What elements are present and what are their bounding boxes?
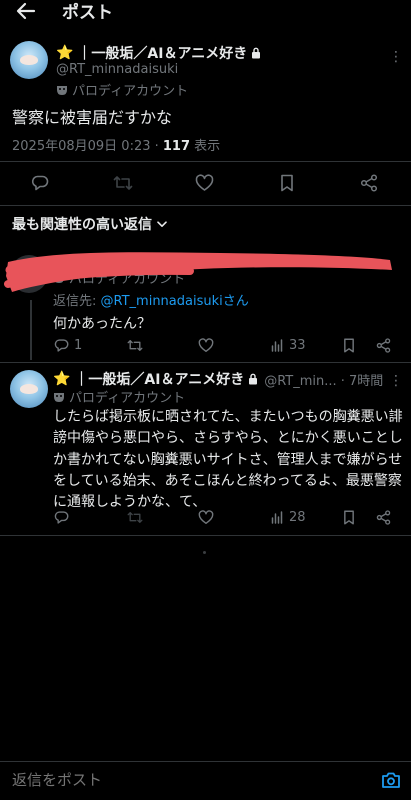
- parody-label: パロディアカウント: [53, 387, 185, 406]
- sort-label: 最も関連性の高い返信: [12, 217, 152, 233]
- views-count: 28: [289, 510, 306, 525]
- author-name-row[interactable]: ⭐ ｜一般垢／AI＆アニメ好き @RT_min... · 7時間: [53, 369, 383, 389]
- handle-time[interactable]: @RT_min... · 7時間: [264, 370, 383, 389]
- share-icon[interactable]: [360, 174, 378, 192]
- author-name-row[interactable]: ⭐ ｜一般垢／AI＆アニメ好き: [56, 43, 261, 63]
- bookmark-icon[interactable]: [343, 510, 355, 525]
- reply-icon[interactable]: [54, 338, 69, 353]
- thread-line: [30, 300, 32, 360]
- repost-icon[interactable]: [113, 174, 133, 192]
- divider: [0, 362, 411, 363]
- display-name[interactable]: ｜一般垢／AI＆アニメ好き: [74, 369, 244, 389]
- parody-label-text: パロディアカウント: [72, 84, 189, 99]
- like-icon[interactable]: [195, 174, 214, 192]
- parody-label: パロディアカウント: [56, 80, 188, 99]
- reply-input[interactable]: [12, 771, 312, 789]
- post-actions: [0, 170, 411, 198]
- reply-sort-dropdown[interactable]: 最も関連性の高い返信: [12, 214, 167, 234]
- lock-icon: [249, 373, 258, 385]
- handle-row: @RT_minnadaisuki: [56, 62, 178, 77]
- reply-text: したらば掲示板に晒されてた、またいつもの胸糞悪い誹謗中傷やら悪口やら、さらすやら…: [53, 409, 403, 511]
- loading-indicator: [203, 551, 206, 554]
- avatar[interactable]: [10, 41, 48, 79]
- page-title: ポスト: [62, 3, 113, 23]
- reply-compose-bar: [0, 762, 411, 800]
- reply-to-prefix: 返信先:: [53, 294, 101, 309]
- like-icon[interactable]: [198, 338, 214, 353]
- views-count: 33: [289, 338, 306, 353]
- divider: [0, 161, 411, 162]
- reply-icon[interactable]: [31, 174, 49, 192]
- reply-count: 1: [74, 338, 83, 353]
- handle[interactable]: @RT_minnadaisuki: [56, 62, 178, 77]
- reply-text: 何かあったん？: [53, 316, 151, 332]
- share-icon[interactable]: [376, 510, 391, 525]
- like-icon[interactable]: [198, 510, 214, 525]
- more-options-icon[interactable]: ⋮: [389, 374, 403, 388]
- star-emoji: ⭐: [53, 371, 71, 387]
- chevron-down-icon: [157, 220, 167, 227]
- more-options-icon[interactable]: ⋮: [389, 50, 403, 64]
- repost-icon[interactable]: [127, 338, 143, 353]
- views-icon[interactable]: [271, 339, 284, 352]
- views-count: 117: [162, 139, 191, 154]
- star-emoji: ⭐: [56, 45, 74, 61]
- reply-to: 返信先: @RT_minnadaisukiさん: [53, 290, 249, 309]
- parody-label-text: パロディアカウント: [69, 391, 186, 406]
- mask-icon: [57, 85, 67, 95]
- post-meta: 2025年08月09日 0:23 · 117 表示: [12, 135, 220, 154]
- share-icon[interactable]: [376, 338, 391, 353]
- reply-to-link[interactable]: @RT_minnadaisukiさん: [101, 294, 249, 309]
- post-text: 警察に被害届だすかな: [12, 108, 173, 127]
- divider: [0, 205, 411, 206]
- bookmark-icon[interactable]: [343, 338, 355, 353]
- avatar[interactable]: [10, 370, 48, 408]
- repost-icon[interactable]: [127, 510, 143, 525]
- top-bar: ポスト: [0, 0, 411, 24]
- camera-icon[interactable]: [381, 771, 401, 789]
- bookmark-icon[interactable]: [280, 174, 294, 192]
- views-icon[interactable]: [271, 511, 284, 524]
- display-name[interactable]: ｜一般垢／AI＆アニメ好き: [77, 43, 247, 63]
- reply-icon[interactable]: [54, 510, 69, 525]
- mask-icon: [54, 392, 64, 402]
- divider: [0, 535, 411, 536]
- views-label: 表示: [190, 139, 221, 154]
- post-datetime[interactable]: 2025年08月09日 0:23 ·: [12, 139, 163, 154]
- arrow-left-icon[interactable]: [14, 0, 38, 22]
- lock-icon: [252, 47, 261, 59]
